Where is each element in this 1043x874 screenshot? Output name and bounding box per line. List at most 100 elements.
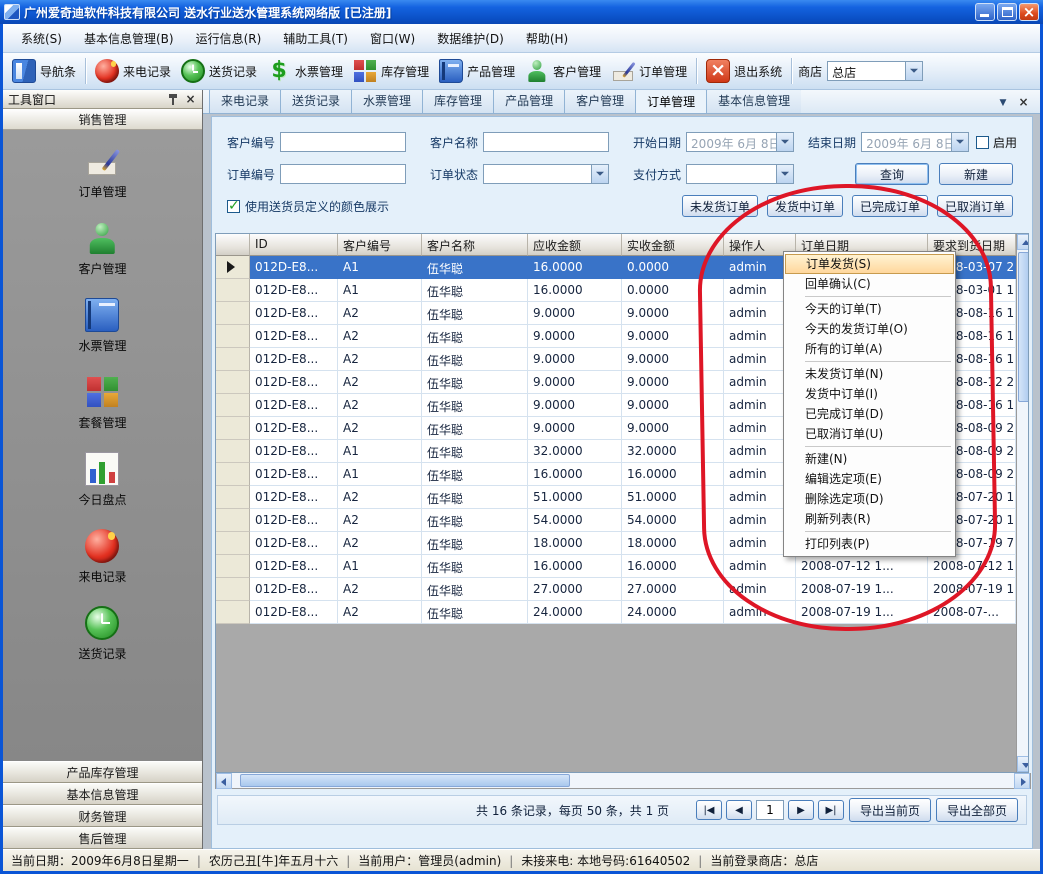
row-selector[interactable]: [216, 601, 250, 624]
table-cell[interactable]: 012D-E8...: [250, 348, 338, 371]
table-cell[interactable]: 16.0000: [622, 463, 724, 486]
table-cell[interactable]: 9.0000: [528, 325, 622, 348]
toolbar-button-5[interactable]: 产品管理: [434, 56, 520, 86]
status-filter-button-1[interactable]: 发货中订单: [767, 195, 843, 217]
table-cell[interactable]: 012D-E8...: [250, 417, 338, 440]
export-all-pages-button[interactable]: 导出全部页: [936, 798, 1018, 822]
table-cell[interactable]: 54.0000: [622, 509, 724, 532]
table-cell[interactable]: 16.0000: [528, 555, 622, 578]
minimize-button[interactable]: [975, 3, 995, 21]
table-cell[interactable]: 54.0000: [528, 509, 622, 532]
order-status-select[interactable]: [483, 164, 609, 184]
chevron-down-icon[interactable]: [591, 165, 608, 183]
sidebar-item-6[interactable]: 送货记录: [78, 606, 126, 662]
customer-no-input[interactable]: [280, 132, 406, 152]
chevron-down-icon[interactable]: [951, 133, 968, 151]
tab-6[interactable]: 订单管理: [635, 90, 707, 113]
sidebar-item-0[interactable]: 订单管理: [78, 144, 126, 200]
table-cell[interactable]: 012D-E8...: [250, 302, 338, 325]
sidebar-section-3[interactable]: 售后管理: [3, 827, 202, 849]
table-cell[interactable]: 伍华聪: [422, 256, 528, 279]
table-cell[interactable]: A2: [338, 325, 422, 348]
prev-page-button[interactable]: ◀: [726, 800, 752, 820]
scroll-right-icon[interactable]: [1014, 773, 1030, 789]
toolbar-button-8[interactable]: 退出系统: [701, 56, 787, 86]
table-row[interactable]: 012D-E8...A2伍华聪24.000024.0000admin2008-0…: [216, 601, 1016, 624]
table-cell[interactable]: 012D-E8...: [250, 279, 338, 302]
scroll-up-icon[interactable]: [1017, 234, 1029, 250]
table-cell[interactable]: A1: [338, 279, 422, 302]
table-cell[interactable]: 0.0000: [622, 256, 724, 279]
menu-item-6[interactable]: 帮助(H): [516, 25, 578, 52]
toolbar-button-1[interactable]: 来电记录: [90, 56, 176, 86]
tab-4[interactable]: 产品管理: [493, 90, 565, 113]
table-cell[interactable]: admin: [724, 578, 796, 601]
table-cell[interactable]: 9.0000: [528, 348, 622, 371]
enable-checkbox[interactable]: [976, 136, 989, 149]
row-selector[interactable]: [216, 578, 250, 601]
table-cell[interactable]: A1: [338, 463, 422, 486]
context-menu-item-9[interactable]: 已完成订单(D): [785, 404, 954, 424]
row-selector[interactable]: [216, 325, 250, 348]
row-selector[interactable]: [216, 302, 250, 325]
table-cell[interactable]: 伍华聪: [422, 509, 528, 532]
next-page-button[interactable]: ▶: [788, 800, 814, 820]
last-page-button[interactable]: ▶|: [818, 800, 844, 820]
vertical-scrollbar-thumb[interactable]: [1018, 252, 1029, 402]
sidebar-item-1[interactable]: 客户管理: [78, 221, 126, 277]
table-cell[interactable]: 012D-E8...: [250, 532, 338, 555]
table-cell[interactable]: 16.0000: [528, 256, 622, 279]
end-date-picker[interactable]: 2009年 6月 8日: [861, 132, 969, 152]
sidebar-section-sales[interactable]: 销售管理: [3, 109, 202, 130]
menu-item-1[interactable]: 基本信息管理(B): [74, 25, 184, 52]
column-header-3[interactable]: 应收金额: [528, 234, 622, 256]
table-cell[interactable]: 0.0000: [622, 279, 724, 302]
table-cell[interactable]: 2008-07-...: [928, 601, 1016, 624]
table-cell[interactable]: 9.0000: [622, 417, 724, 440]
table-cell[interactable]: 32.0000: [528, 440, 622, 463]
table-cell[interactable]: 16.0000: [622, 555, 724, 578]
table-cell[interactable]: 27.0000: [622, 578, 724, 601]
table-cell[interactable]: 9.0000: [622, 302, 724, 325]
scrollbar-track[interactable]: [1017, 402, 1029, 756]
menu-item-5[interactable]: 数据维护(D): [427, 25, 514, 52]
table-cell[interactable]: 012D-E8...: [250, 325, 338, 348]
table-cell[interactable]: 伍华聪: [422, 302, 528, 325]
table-cell[interactable]: 012D-E8...: [250, 256, 338, 279]
horizontal-scrollbar[interactable]: [215, 773, 1031, 789]
row-selector[interactable]: [216, 256, 250, 279]
column-header-4[interactable]: 实收金额: [622, 234, 724, 256]
context-menu-item-0[interactable]: 订单发货(S): [785, 254, 954, 274]
export-current-page-button[interactable]: 导出当前页: [849, 798, 931, 822]
toolbar-button-7[interactable]: 订单管理: [606, 56, 692, 86]
table-cell[interactable]: 9.0000: [528, 417, 622, 440]
table-cell[interactable]: A2: [338, 601, 422, 624]
context-menu-item-12[interactable]: 新建(N): [785, 449, 954, 469]
table-cell[interactable]: 9.0000: [622, 394, 724, 417]
table-cell[interactable]: 伍华聪: [422, 486, 528, 509]
table-cell[interactable]: 伍华聪: [422, 463, 528, 486]
context-menu-item-17[interactable]: 打印列表(P): [785, 534, 954, 554]
table-cell[interactable]: 012D-E8...: [250, 371, 338, 394]
table-cell[interactable]: admin: [724, 555, 796, 578]
row-selector[interactable]: [216, 417, 250, 440]
table-cell[interactable]: A2: [338, 532, 422, 555]
context-menu-item-10[interactable]: 已取消订单(U): [785, 424, 954, 444]
sidebar-section-2[interactable]: 财务管理: [3, 805, 202, 827]
tab-2[interactable]: 水票管理: [351, 90, 423, 113]
table-cell[interactable]: A1: [338, 440, 422, 463]
context-menu-item-13[interactable]: 编辑选定项(E): [785, 469, 954, 489]
table-cell[interactable]: A2: [338, 348, 422, 371]
toolbar-button-6[interactable]: 客户管理: [520, 56, 606, 86]
table-cell[interactable]: 2008-07-12 1...: [928, 555, 1016, 578]
vertical-scrollbar[interactable]: [1016, 234, 1029, 772]
new-button[interactable]: 新建: [939, 163, 1013, 185]
table-cell[interactable]: 伍华聪: [422, 348, 528, 371]
chevron-down-icon[interactable]: [905, 62, 922, 80]
context-menu-item-15[interactable]: 刷新列表(R): [785, 509, 954, 529]
row-selector[interactable]: [216, 532, 250, 555]
table-cell[interactable]: A2: [338, 371, 422, 394]
status-filter-button-3[interactable]: 已取消订单: [937, 195, 1013, 217]
toolbar-button-4[interactable]: 库存管理: [348, 56, 434, 86]
pin-icon[interactable]: [167, 93, 179, 106]
